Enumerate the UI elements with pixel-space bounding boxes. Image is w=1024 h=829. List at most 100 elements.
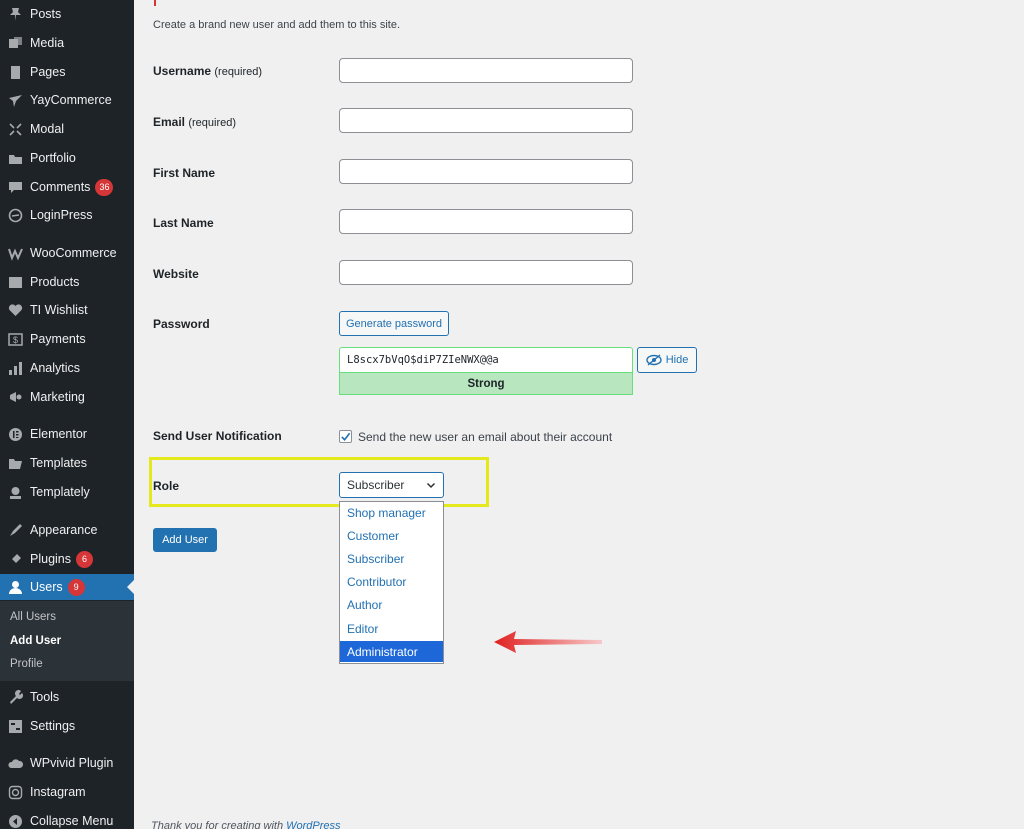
sidebar-item-plugins[interactable]: Plugins 6 bbox=[0, 546, 134, 572]
sidebar-item-woocommerce[interactable]: WooCommerce bbox=[0, 240, 134, 266]
sidebar-item-label: Pages bbox=[30, 65, 66, 79]
required-note: (required) bbox=[214, 66, 263, 78]
active-indicator bbox=[127, 580, 134, 594]
sidebar-item-label: Appearance bbox=[30, 523, 98, 537]
products-icon bbox=[0, 275, 30, 290]
modal-icon bbox=[0, 122, 30, 137]
generate-password-button[interactable]: Generate password bbox=[339, 311, 449, 336]
first-name-input[interactable] bbox=[339, 159, 633, 184]
sidebar-item-label: WPvivid Plugin bbox=[30, 756, 114, 770]
portfolio-icon bbox=[0, 151, 30, 166]
notification-badge: 36 bbox=[95, 178, 114, 196]
sidebar-item-elementor[interactable]: Elementor bbox=[0, 421, 134, 447]
sidebar-item-loginpress[interactable]: LoginPress bbox=[0, 202, 134, 228]
email-label: Email (required) bbox=[153, 115, 236, 129]
sidebar-item-label: WooCommerce bbox=[30, 246, 117, 260]
website-label: Website bbox=[153, 267, 199, 281]
role-select[interactable]: Subscriber bbox=[339, 472, 444, 498]
password-field-group: Strong bbox=[339, 347, 633, 395]
first-name-label: First Name bbox=[153, 166, 216, 180]
submenu-add-user[interactable]: Add User bbox=[10, 635, 61, 647]
sidebar-item-portfolio[interactable]: Portfolio bbox=[0, 145, 134, 171]
sidebar-item-ti-wishlist[interactable]: TI Wishlist bbox=[0, 297, 134, 323]
sidebar-item-modal[interactable]: Modal bbox=[0, 116, 134, 142]
add-user-button[interactable]: Add User bbox=[153, 528, 217, 552]
role-option-contributor[interactable]: Contributor bbox=[340, 571, 443, 592]
sidebar-item-label: Analytics bbox=[30, 361, 81, 375]
users-icon bbox=[0, 580, 30, 595]
role-option-author[interactable]: Author bbox=[340, 594, 443, 615]
email-label-text: Email bbox=[153, 115, 186, 129]
plugins-icon bbox=[0, 552, 30, 567]
pin-icon bbox=[0, 7, 30, 22]
notification-badge: 6 bbox=[76, 550, 93, 568]
sidebar-item-wpvivid-plugin[interactable]: WPvivid Plugin bbox=[0, 750, 134, 776]
sidebar-item-label: Users bbox=[30, 580, 63, 594]
submenu-all-users[interactable]: All Users bbox=[10, 611, 56, 623]
sidebar-item-label: Portfolio bbox=[30, 151, 76, 165]
sidebar-item-tools[interactable]: Tools bbox=[0, 684, 134, 710]
chevron-down-icon bbox=[426, 482, 436, 489]
sidebar-item-collapse-menu[interactable]: Collapse Menu bbox=[0, 808, 134, 829]
sidebar-item-marketing[interactable]: Marketing bbox=[0, 384, 134, 410]
cloud-icon bbox=[0, 756, 30, 771]
sidebar-item-media[interactable]: Media bbox=[0, 30, 134, 56]
sidebar-item-payments[interactable]: $ Payments bbox=[0, 326, 134, 352]
sidebar-item-comments[interactable]: Comments 36 bbox=[0, 174, 134, 200]
password-strength-meter: Strong bbox=[339, 372, 633, 395]
last-name-input[interactable] bbox=[339, 209, 633, 234]
footer-text: Thank you for creating with WordPress bbox=[151, 820, 341, 829]
sidebar-item-instagram[interactable]: Instagram bbox=[0, 779, 134, 805]
sidebar-item-users[interactable]: Users 9 bbox=[0, 574, 134, 600]
sidebar-item-label: Tools bbox=[30, 690, 60, 704]
elementor-icon bbox=[0, 427, 30, 442]
main-content: Create a brand new user and add them to … bbox=[134, 0, 1024, 829]
role-dropdown: Shop manager Customer Subscriber Contrib… bbox=[339, 501, 444, 664]
svg-text:$: $ bbox=[13, 335, 18, 345]
sidebar-item-appearance[interactable]: Appearance bbox=[0, 517, 134, 543]
role-option-administrator[interactable]: Administrator bbox=[340, 641, 443, 662]
notification-checkbox[interactable] bbox=[339, 430, 352, 443]
footer-thanks: Thank you for creating with bbox=[151, 820, 287, 829]
sidebar-item-analytics[interactable]: Analytics bbox=[0, 355, 134, 381]
sidebar-item-settings[interactable]: Settings bbox=[0, 713, 134, 739]
sidebar-item-label: Settings bbox=[30, 719, 76, 733]
sidebar-item-label: Products bbox=[30, 275, 80, 289]
role-option-shop-manager[interactable]: Shop manager bbox=[340, 502, 443, 523]
sidebar-item-label: YayCommerce bbox=[30, 93, 112, 107]
sidebar-item-label: Media bbox=[30, 36, 65, 50]
username-label: Username (required) bbox=[153, 64, 262, 78]
sidebar-item-yaycommerce[interactable]: YayCommerce bbox=[0, 87, 134, 113]
sidebar-item-templately[interactable]: Templately bbox=[0, 479, 134, 505]
sidebar-item-label: Instagram bbox=[30, 785, 86, 799]
email-input[interactable] bbox=[339, 108, 633, 133]
sidebar-item-label: Collapse Menu bbox=[30, 814, 114, 828]
submenu-profile[interactable]: Profile bbox=[10, 658, 43, 670]
website-input[interactable] bbox=[339, 260, 633, 285]
woocommerce-icon bbox=[0, 246, 30, 261]
username-label-text: Username bbox=[153, 64, 212, 78]
notification-text: Send the new user an email about their a… bbox=[358, 430, 613, 444]
sidebar-item-posts[interactable]: Posts bbox=[0, 1, 134, 27]
red-arrow-annotation bbox=[494, 631, 602, 653]
sidebar-item-label: Modal bbox=[30, 122, 65, 136]
sidebar-item-label: Templates bbox=[30, 456, 87, 470]
appearance-icon bbox=[0, 523, 30, 538]
password-input[interactable] bbox=[339, 347, 633, 373]
sidebar-item-label: Plugins bbox=[30, 552, 71, 566]
username-input[interactable] bbox=[339, 58, 633, 83]
required-note: (required) bbox=[188, 117, 237, 129]
sidebar-item-templates[interactable]: Templates bbox=[0, 450, 134, 476]
loginpress-icon bbox=[0, 208, 30, 223]
role-label: Role bbox=[153, 479, 180, 493]
role-option-subscriber[interactable]: Subscriber bbox=[340, 548, 443, 569]
collapse-icon bbox=[0, 814, 30, 829]
hide-password-button[interactable]: Hide bbox=[637, 347, 697, 373]
role-option-customer[interactable]: Customer bbox=[340, 525, 443, 546]
role-option-editor[interactable]: Editor bbox=[340, 618, 443, 639]
templates-icon bbox=[0, 456, 30, 471]
sidebar-item-products[interactable]: Products bbox=[0, 269, 134, 295]
wordpress-link[interactable]: WordPress bbox=[286, 820, 340, 829]
users-submenu: All Users Add User Profile bbox=[0, 601, 134, 681]
sidebar-item-pages[interactable]: Pages bbox=[0, 59, 134, 85]
